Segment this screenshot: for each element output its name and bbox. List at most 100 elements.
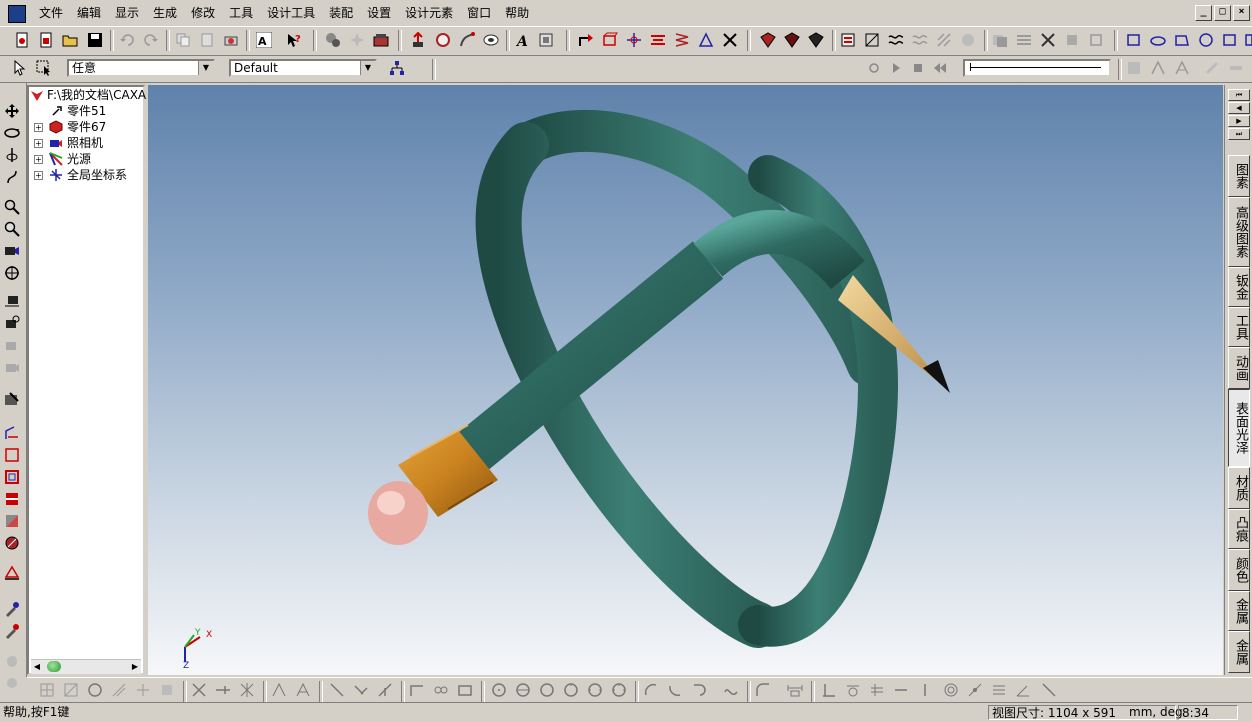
path-edit-disabled-icon[interactable] [1174, 60, 1190, 76]
pattern-icon[interactable] [864, 32, 880, 48]
zoom-fit-icon[interactable] [325, 32, 341, 48]
tab-animation[interactable]: 动画 [1228, 347, 1250, 389]
lines-disabled-icon[interactable] [1016, 32, 1032, 48]
constraint-horizontal-icon[interactable] [893, 682, 909, 698]
shell-icon[interactable] [760, 32, 776, 48]
hand-disabled-icon[interactable] [4, 653, 20, 669]
shade-icon[interactable] [4, 513, 20, 529]
circle-tangent-icon[interactable] [563, 682, 579, 698]
eyedropper-apply-icon[interactable] [4, 623, 20, 639]
library-icon[interactable] [373, 32, 389, 48]
roll-icon[interactable] [4, 147, 20, 163]
constraint-angle-icon[interactable] [1015, 682, 1031, 698]
tab-elements[interactable]: 图素 [1228, 155, 1250, 197]
tab-metal[interactable]: 金属 [1228, 591, 1250, 631]
mirror-icon[interactable] [698, 32, 714, 48]
app-icon[interactable] [8, 5, 26, 23]
view-top-icon[interactable] [1150, 32, 1166, 48]
tab-nav-last-icon[interactable]: ⏭ [1228, 128, 1250, 140]
new-icon[interactable] [14, 32, 30, 48]
zoom-icon[interactable] [4, 199, 20, 215]
filter-select[interactable]: 任意 ▼ [67, 59, 215, 77]
dimension-icon[interactable] [4, 565, 20, 581]
arc-icon[interactable] [643, 682, 659, 698]
chevron-down-icon[interactable]: ▼ [198, 61, 213, 75]
circle-tangent2-icon[interactable] [587, 682, 603, 698]
delete-line-icon[interactable] [191, 682, 207, 698]
rectangle-icon[interactable] [457, 682, 473, 698]
tools-icon[interactable] [1040, 32, 1056, 48]
render-icon[interactable] [4, 391, 20, 407]
tab-nav-next-icon[interactable]: ▶ [1228, 115, 1250, 127]
sphere-icon[interactable] [4, 535, 20, 551]
tree-item-global-coords[interactable]: + 全局坐标系 [29, 167, 143, 183]
walk-icon[interactable] [4, 169, 20, 185]
circle-center-icon[interactable] [491, 682, 507, 698]
constraint-vertical-icon[interactable] [917, 682, 933, 698]
copy-icon[interactable] [175, 32, 191, 48]
tab-tools[interactable]: 工具 [1228, 307, 1250, 347]
select-arrow-icon[interactable] [12, 60, 28, 76]
stamp-disabled-icon[interactable] [159, 682, 175, 698]
move-point-icon[interactable] [626, 32, 642, 48]
animation-slider[interactable] [963, 59, 1111, 77]
eyedropper-icon[interactable] [4, 601, 20, 617]
open-folder-icon[interactable] [62, 32, 78, 48]
ball-disabled-icon[interactable] [960, 32, 976, 48]
constraint-coincident-icon[interactable] [967, 682, 983, 698]
restore-button[interactable]: □ [1214, 5, 1231, 21]
tab-advanced-elements[interactable]: 高级图素 [1228, 197, 1250, 267]
constraint-slash-icon[interactable] [1041, 682, 1057, 698]
3d-viewport[interactable]: X Y Z [148, 85, 1223, 675]
menu-tools[interactable]: 工具 [222, 0, 260, 26]
solid-icon[interactable] [784, 32, 800, 48]
frame-icon[interactable] [4, 469, 20, 485]
constraint-equal-icon[interactable] [991, 682, 1007, 698]
tab-sheet-metal[interactable]: 钣金 [1228, 267, 1250, 307]
scroll-right-icon[interactable]: ▶ [129, 660, 141, 673]
keyframe-disabled-icon[interactable] [1126, 60, 1142, 76]
project-icon[interactable] [271, 682, 287, 698]
wave-disabled-icon[interactable] [912, 32, 928, 48]
line-icon[interactable] [329, 682, 345, 698]
tree-horizontal-scrollbar[interactable]: ◀ ▶ [31, 659, 141, 674]
menu-help[interactable]: 帮助 [498, 0, 536, 26]
paste-icon[interactable] [199, 32, 215, 48]
menu-modify[interactable]: 修改 [184, 0, 222, 26]
redo-icon[interactable] [143, 32, 159, 48]
menu-generate[interactable]: 生成 [146, 0, 184, 26]
stack-icon[interactable] [650, 32, 666, 48]
sparkle-icon[interactable] [349, 32, 365, 48]
record-icon[interactable] [866, 60, 882, 76]
split-line-icon[interactable] [215, 682, 231, 698]
view-camera-icon[interactable] [4, 243, 20, 259]
sweep-icon[interactable] [459, 32, 475, 48]
rectangle-sketch-icon[interactable] [4, 447, 20, 463]
arc-tangent-icon[interactable] [691, 682, 707, 698]
grid-disabled-icon[interactable] [39, 682, 55, 698]
menu-design-elements[interactable]: 设计元素 [398, 0, 460, 26]
camera-disabled2-icon[interactable] [4, 359, 20, 375]
cube-outline-disabled-icon[interactable] [1088, 32, 1104, 48]
circle-tangent3-icon[interactable] [611, 682, 627, 698]
hatch-disabled-icon[interactable] [936, 32, 952, 48]
cross-tool-icon[interactable] [239, 682, 255, 698]
hierarchy-icon[interactable] [389, 60, 405, 76]
tangent-line-icon[interactable] [353, 682, 369, 698]
group-disabled-icon[interactable] [992, 32, 1008, 48]
camera-orbit-icon[interactable] [4, 315, 20, 331]
tab-metal-2[interactable]: 金属 [1228, 631, 1250, 673]
select-box-icon[interactable] [36, 60, 52, 76]
tree-item-part67[interactable]: + 零件67 [29, 119, 143, 135]
grid-snap-disabled-icon[interactable] [63, 682, 79, 698]
expand-icon[interactable]: + [34, 123, 43, 132]
path-disabled-icon[interactable] [1150, 60, 1166, 76]
menu-display[interactable]: 显示 [108, 0, 146, 26]
constraint-tangent-icon[interactable] [845, 682, 861, 698]
delete-feature-icon[interactable] [722, 32, 738, 48]
view-custom-icon[interactable] [1222, 32, 1238, 48]
play-icon[interactable] [888, 60, 904, 76]
pencil-model[interactable] [148, 85, 1223, 675]
cube-disabled-icon[interactable] [1064, 32, 1080, 48]
menu-settings[interactable]: 设置 [360, 0, 398, 26]
